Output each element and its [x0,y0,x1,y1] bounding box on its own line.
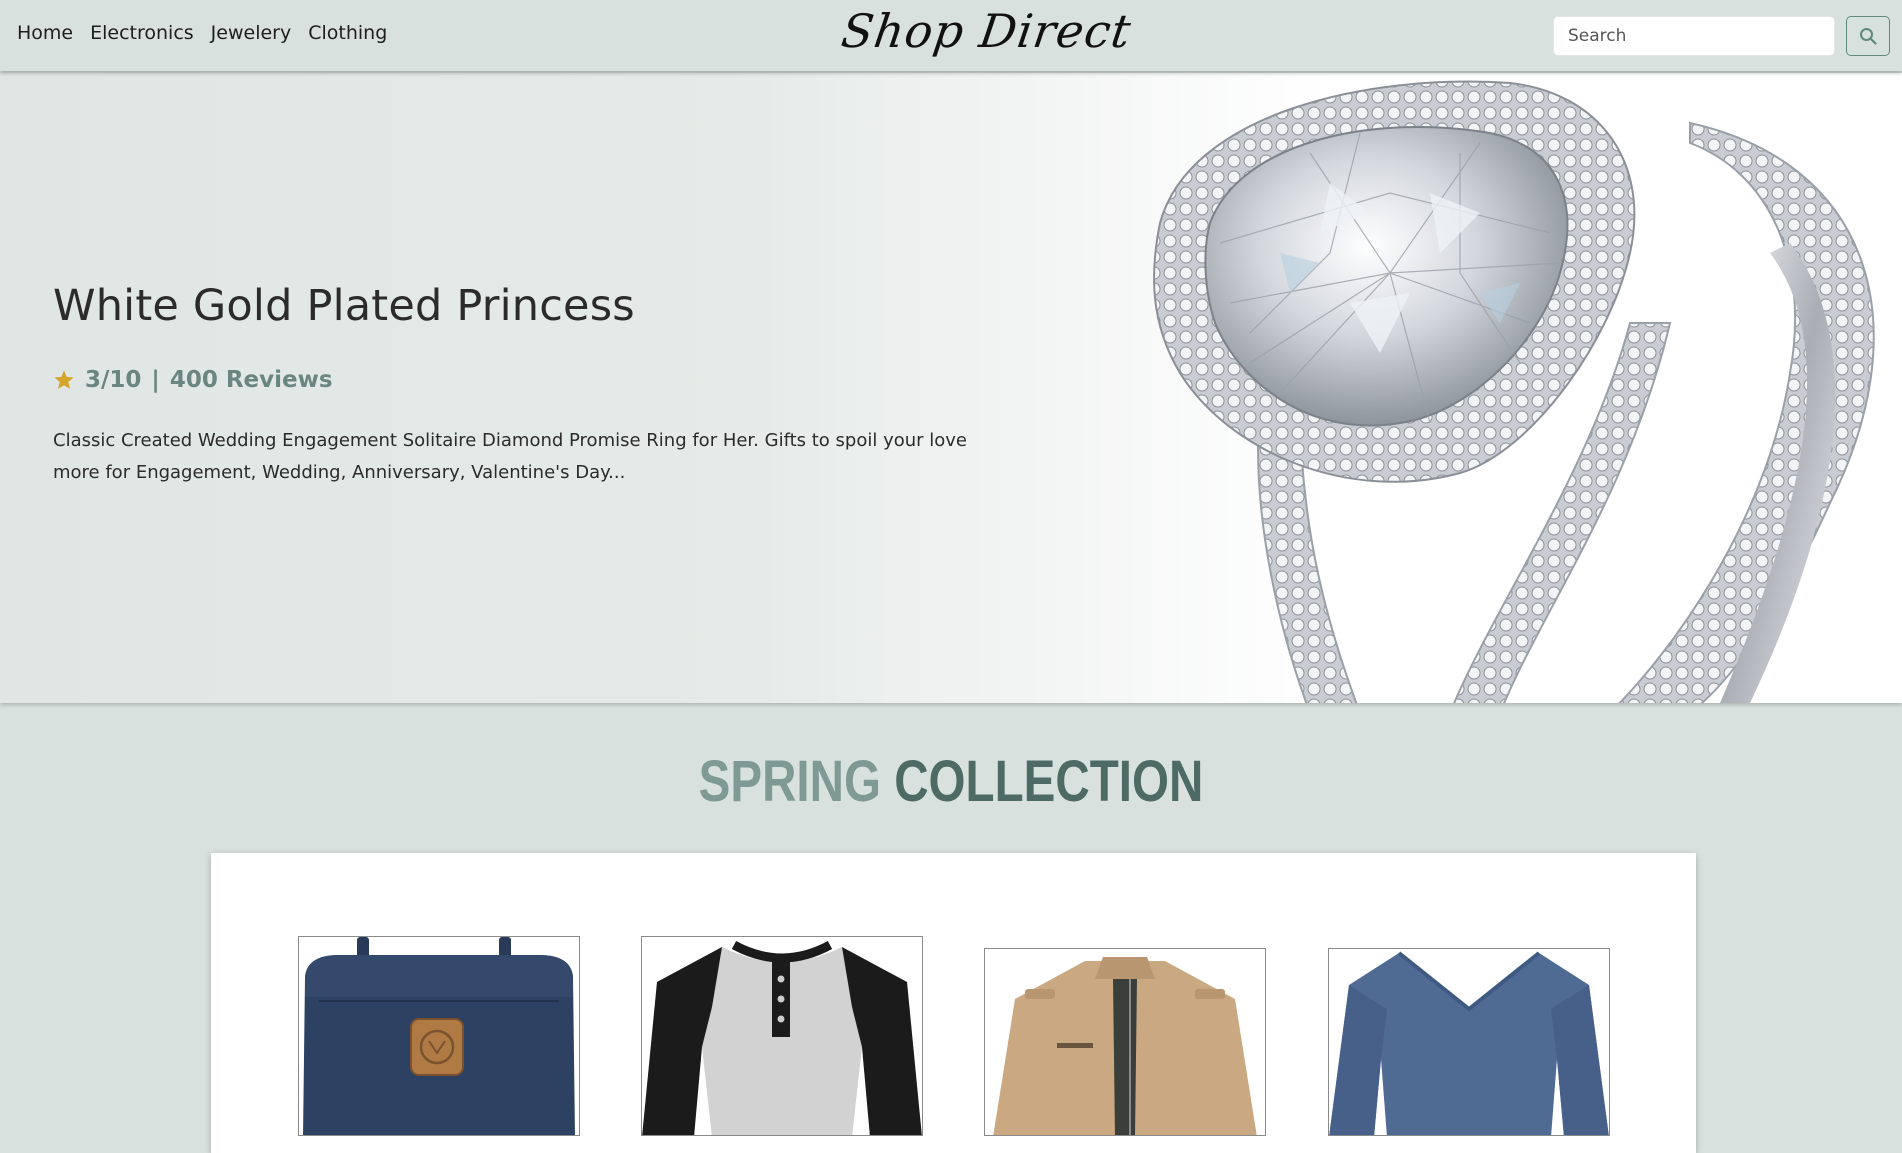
hero-rating: 3/10 | 400 Reviews [53,367,333,393]
nav-link-home[interactable]: Home [17,22,73,44]
star-icon [54,370,74,389]
section-title-part1: SPRING [698,749,881,814]
collection-panel [211,853,1696,1153]
hero-title: White Gold Plated Princess [53,281,635,331]
product-card-henley-shirt[interactable] [641,936,923,1136]
nav-link-jewelery[interactable]: Jewelery [211,22,292,44]
search-input[interactable] [1553,16,1835,56]
cotton-jacket-image [993,957,1257,1135]
product-card-cotton-jacket[interactable] [984,948,1266,1136]
slim-fit-shirt-image [1329,951,1609,1135]
hero-banner[interactable]: White Gold Plated Princess 3/10 | 400 Re… [0,73,1902,703]
brand-logo[interactable]: Shop Direct [838,4,1135,58]
nav-link-electronics[interactable]: Electronics [90,22,194,44]
backpack-image [303,937,575,1135]
henley-shirt-image [642,941,922,1135]
ring-product-image [1153,80,1875,703]
search-button[interactable] [1846,16,1890,56]
section-title-part2: COLLECTION [894,749,1204,814]
rating-value: 3/10 [85,367,142,393]
product-card-backpack[interactable] [298,936,580,1136]
nav-link-clothing[interactable]: Clothing [308,22,387,44]
nav-links: Home Electronics Jewelery Clothing [17,22,387,44]
navbar: Home Electronics Jewelery Clothing Shop … [0,0,1902,71]
hero-description: Classic Created Wedding Engagement Solit… [53,430,968,483]
search-icon [1860,28,1877,45]
product-card-slim-fit-shirt[interactable] [1328,948,1610,1136]
review-count: 400 Reviews [169,367,333,393]
section-title: SPRING COLLECTION [171,748,1731,815]
rating-separator: | [151,367,160,393]
